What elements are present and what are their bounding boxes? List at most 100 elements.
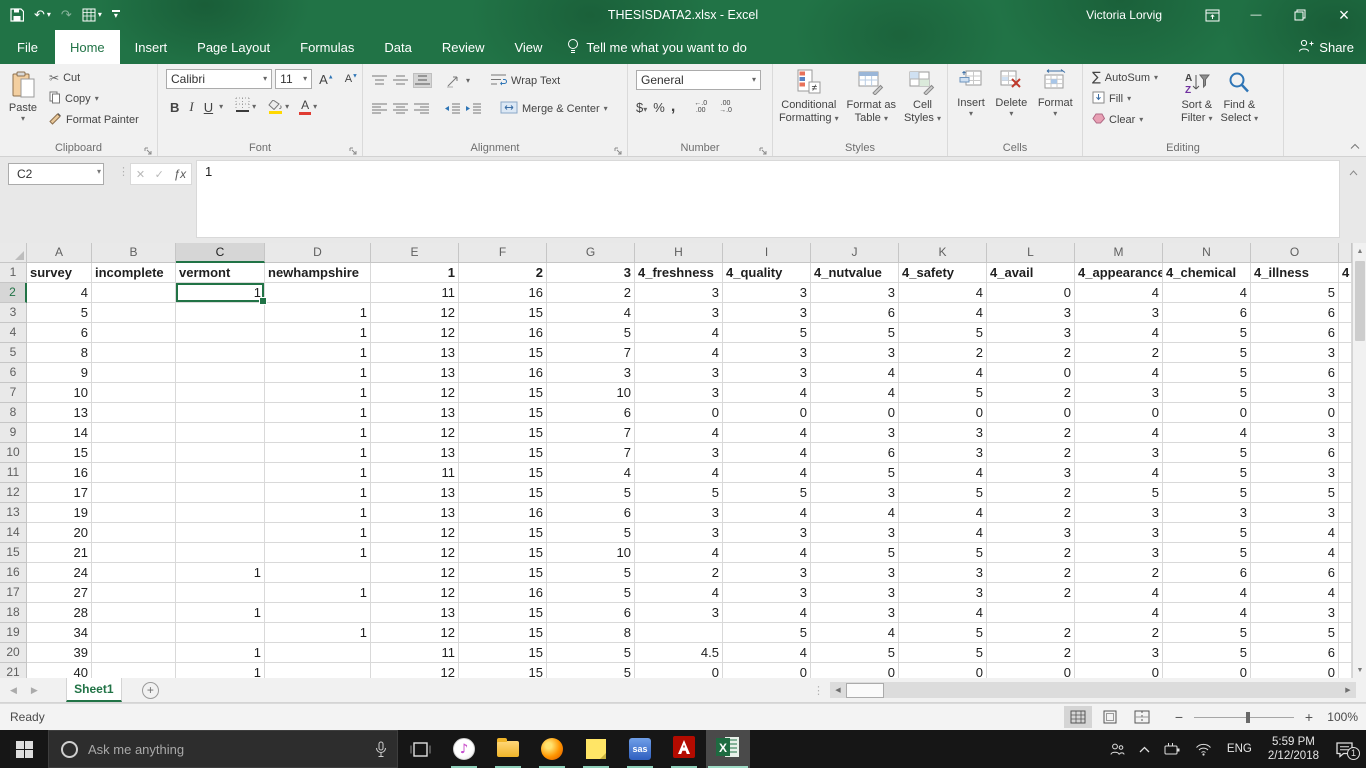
cell-M14[interactable]: 3 <box>1075 523 1163 543</box>
cell-A16[interactable]: 24 <box>27 563 92 583</box>
cell-H5[interactable]: 4 <box>635 343 723 363</box>
cell-N11[interactable]: 5 <box>1163 463 1251 483</box>
cell-O21[interactable]: 0 <box>1251 663 1339 678</box>
decrease-indent-icon[interactable] <box>444 102 461 115</box>
cell-C17[interactable] <box>176 583 265 603</box>
cell-E8[interactable]: 13 <box>371 403 459 423</box>
cell-G8[interactable]: 6 <box>547 403 635 423</box>
cell-O7[interactable]: 3 <box>1251 383 1339 403</box>
cell-G13[interactable]: 6 <box>547 503 635 523</box>
cell-G21[interactable]: 5 <box>547 663 635 678</box>
tab-file[interactable]: File <box>0 30 55 64</box>
cell-L17[interactable]: 2 <box>987 583 1075 603</box>
cell-M2[interactable]: 4 <box>1075 283 1163 303</box>
cell-M20[interactable]: 3 <box>1075 643 1163 663</box>
cell-C13[interactable] <box>176 503 265 523</box>
cell-G10[interactable]: 7 <box>547 443 635 463</box>
cell-K10[interactable]: 3 <box>899 443 987 463</box>
cell-P7[interactable] <box>1339 383 1352 403</box>
column-header-J[interactable]: J <box>811 243 899 263</box>
row-header-16[interactable]: 16 <box>0 563 27 583</box>
zoom-slider[interactable] <box>1194 717 1294 718</box>
cell-C14[interactable] <box>176 523 265 543</box>
percent-style-icon[interactable]: % <box>653 100 665 115</box>
cell-K7[interactable]: 5 <box>899 383 987 403</box>
cell-L14[interactable]: 3 <box>987 523 1075 543</box>
font-color-icon[interactable]: A <box>299 100 311 115</box>
clipboard-dialog-launcher[interactable] <box>144 143 154 153</box>
cell-H11[interactable]: 4 <box>635 463 723 483</box>
align-bottom-icon[interactable] <box>413 73 432 88</box>
battery-icon[interactable] <box>1157 743 1188 755</box>
cell-M19[interactable]: 2 <box>1075 623 1163 643</box>
cell-A13[interactable]: 19 <box>27 503 92 523</box>
merge-center-button[interactable]: Merge & Center ▾ <box>500 98 608 119</box>
redo-button[interactable]: ↷ <box>61 8 72 23</box>
cell-J19[interactable]: 4 <box>811 623 899 643</box>
undo-button[interactable]: ↶▾ <box>34 8 51 23</box>
row-header-2[interactable]: 2 <box>0 283 27 303</box>
cell-O3[interactable]: 6 <box>1251 303 1339 323</box>
scroll-right-icon[interactable]: ▶ <box>1340 682 1356 698</box>
cell-F20[interactable]: 15 <box>459 643 547 663</box>
scroll-down-icon[interactable]: ▼ <box>1353 662 1366 678</box>
cell-E1[interactable]: 1 <box>371 263 459 283</box>
cell-I3[interactable]: 3 <box>723 303 811 323</box>
cell-F11[interactable]: 15 <box>459 463 547 483</box>
cell-L12[interactable]: 2 <box>987 483 1075 503</box>
cell-J2[interactable]: 3 <box>811 283 899 303</box>
cell-L19[interactable]: 2 <box>987 623 1075 643</box>
cell-P17[interactable] <box>1339 583 1352 603</box>
cell-L8[interactable]: 0 <box>987 403 1075 423</box>
cell-B6[interactable] <box>92 363 176 383</box>
tab-view[interactable]: View <box>499 30 557 64</box>
cell-G7[interactable]: 10 <box>547 383 635 403</box>
cell-I9[interactable]: 4 <box>723 423 811 443</box>
cell-N14[interactable]: 5 <box>1163 523 1251 543</box>
row-header-13[interactable]: 13 <box>0 503 27 523</box>
cell-L9[interactable]: 2 <box>987 423 1075 443</box>
cell-F9[interactable]: 15 <box>459 423 547 443</box>
cell-K9[interactable]: 3 <box>899 423 987 443</box>
cell-J4[interactable]: 5 <box>811 323 899 343</box>
cell-E5[interactable]: 13 <box>371 343 459 363</box>
cell-K17[interactable]: 3 <box>899 583 987 603</box>
cell-C21[interactable]: 1 <box>176 663 265 678</box>
cell-K14[interactable]: 4 <box>899 523 987 543</box>
cell-G1[interactable]: 3 <box>547 263 635 283</box>
cell-M12[interactable]: 5 <box>1075 483 1163 503</box>
cell-P1[interactable]: 4 <box>1339 263 1352 283</box>
cell-H19[interactable] <box>635 623 723 643</box>
cell-N1[interactable]: 4_chemical <box>1163 263 1251 283</box>
cell-B13[interactable] <box>92 503 176 523</box>
row-header-12[interactable]: 12 <box>0 483 27 503</box>
cell-J14[interactable]: 3 <box>811 523 899 543</box>
cell-M7[interactable]: 3 <box>1075 383 1163 403</box>
scroll-up-icon[interactable]: ▲ <box>1353 243 1366 259</box>
cell-L1[interactable]: 4_avail <box>987 263 1075 283</box>
column-header-F[interactable]: F <box>459 243 547 263</box>
increase-indent-icon[interactable] <box>465 102 482 115</box>
cell-A18[interactable]: 28 <box>27 603 92 623</box>
page-break-view-icon[interactable] <box>1128 706 1156 728</box>
cell-F1[interactable]: 2 <box>459 263 547 283</box>
select-all-corner[interactable] <box>0 243 27 263</box>
save-icon[interactable] <box>10 8 24 22</box>
collapse-ribbon-icon[interactable] <box>1350 142 1360 152</box>
cell-F5[interactable]: 15 <box>459 343 547 363</box>
cell-N9[interactable]: 4 <box>1163 423 1251 443</box>
cell-O14[interactable]: 4 <box>1251 523 1339 543</box>
cell-O13[interactable]: 3 <box>1251 503 1339 523</box>
cell-N15[interactable]: 5 <box>1163 543 1251 563</box>
cell-H14[interactable]: 3 <box>635 523 723 543</box>
search-input[interactable] <box>88 742 338 757</box>
cell-L11[interactable]: 3 <box>987 463 1075 483</box>
customize-qat-button[interactable]: ▾ <box>112 10 120 20</box>
new-sheet-button[interactable]: + <box>142 682 159 699</box>
cell-J10[interactable]: 6 <box>811 443 899 463</box>
cell-B4[interactable] <box>92 323 176 343</box>
cell-P18[interactable] <box>1339 603 1352 623</box>
cell-H3[interactable]: 3 <box>635 303 723 323</box>
row-header-7[interactable]: 7 <box>0 383 27 403</box>
cell-L3[interactable]: 3 <box>987 303 1075 323</box>
